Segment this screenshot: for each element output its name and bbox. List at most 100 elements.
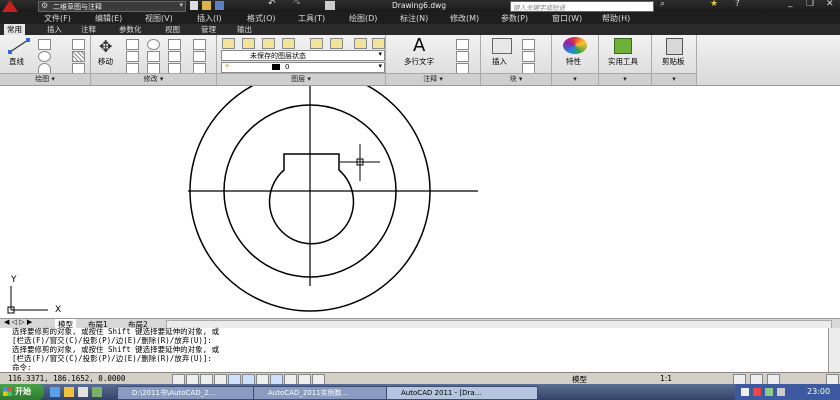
start-button[interactable]: 开始 bbox=[0, 384, 44, 400]
circle-icon[interactable] bbox=[38, 51, 51, 62]
taskbar-item-examples[interactable]: AutoCAD_2011实例数... bbox=[253, 386, 399, 400]
minimize-icon[interactable]: _ bbox=[788, 0, 793, 8]
mtext-icon[interactable]: A bbox=[413, 35, 425, 56]
undo-icon[interactable]: ↶ bbox=[268, 0, 276, 9]
fillet-icon[interactable] bbox=[147, 51, 160, 62]
tab-annotate[interactable]: 注释 bbox=[78, 24, 99, 35]
workspace-dropdown[interactable]: ⚙ 二维草图与注释 ▾ bbox=[38, 1, 186, 12]
tab-nav-icon[interactable]: ◀ ◁ ▷ ▶ bbox=[4, 318, 32, 326]
layer-state-dropdown[interactable]: 未保存的图层状态 ▾ bbox=[221, 50, 385, 61]
quicklaunch-icon[interactable] bbox=[92, 387, 102, 397]
line-icon[interactable] bbox=[8, 38, 30, 54]
help-icon[interactable]: ? bbox=[735, 0, 740, 9]
command-scrollbar[interactable] bbox=[828, 328, 840, 372]
restore-icon[interactable]: ❐ bbox=[806, 0, 814, 9]
tray-icon[interactable] bbox=[753, 388, 761, 396]
polyline-icon[interactable] bbox=[38, 39, 51, 50]
menu-edit[interactable]: 编辑(E) bbox=[95, 13, 122, 24]
move-icon[interactable]: ✥ bbox=[99, 37, 112, 56]
menu-draw[interactable]: 绘图(D) bbox=[349, 13, 377, 24]
dimension-icon[interactable] bbox=[456, 39, 469, 50]
tab-manage[interactable]: 管理 bbox=[198, 24, 219, 35]
rectangle-icon[interactable] bbox=[72, 39, 85, 50]
tray-icon[interactable] bbox=[741, 388, 749, 396]
mirror-icon[interactable] bbox=[126, 51, 139, 62]
layer-icon[interactable] bbox=[330, 38, 343, 49]
layer-current-dropdown[interactable]: ☀ 0 ▾ bbox=[221, 62, 385, 73]
quicklaunch-icon[interactable] bbox=[50, 387, 60, 397]
layer-icon[interactable] bbox=[372, 38, 385, 49]
clipboard-icon[interactable] bbox=[666, 38, 683, 55]
panel-layers[interactable]: 图层 ▾ bbox=[217, 73, 385, 85]
mtext-button[interactable]: 多行文字 bbox=[404, 56, 434, 67]
layer-icon[interactable] bbox=[310, 38, 323, 49]
close-icon[interactable]: ✕ bbox=[826, 0, 834, 9]
tab-view[interactable]: 视图 bbox=[162, 24, 183, 35]
tab-parametric[interactable]: 参数化 bbox=[116, 24, 145, 35]
panel-modify[interactable]: 修改 ▾ bbox=[91, 73, 216, 85]
rotate-icon[interactable] bbox=[147, 39, 160, 50]
menu-format[interactable]: 格式(O) bbox=[247, 13, 276, 24]
leader-icon[interactable] bbox=[456, 51, 469, 62]
tab-output[interactable]: 输出 bbox=[234, 24, 255, 35]
drawing-canvas[interactable]: Y X bbox=[0, 86, 840, 318]
move-button[interactable]: 移动 bbox=[98, 56, 113, 67]
scale-icon[interactable] bbox=[193, 51, 206, 62]
drawing[interactable]: Y X bbox=[0, 86, 840, 318]
erase-icon[interactable] bbox=[193, 39, 206, 50]
clipboard-button[interactable]: 剪贴板 bbox=[662, 56, 685, 67]
menu-insert[interactable]: 插入(I) bbox=[197, 13, 222, 24]
menu-modify[interactable]: 修改(M) bbox=[450, 13, 479, 24]
open-icon[interactable] bbox=[202, 1, 211, 10]
command-history[interactable]: 选择要修剪的对象, 或按住 Shift 键选择要延伸的对象, 或 [栏选(F)/… bbox=[0, 328, 828, 372]
insert-block-icon[interactable] bbox=[492, 38, 512, 54]
layer-properties-icon[interactable] bbox=[222, 38, 235, 49]
annotation-scale[interactable]: 1:1 bbox=[660, 374, 672, 383]
edit-block-icon[interactable] bbox=[522, 51, 535, 62]
utilities-icon[interactable] bbox=[614, 38, 632, 54]
panel-block[interactable]: 块 ▾ bbox=[481, 73, 551, 85]
insert-button[interactable]: 插入 bbox=[492, 56, 507, 67]
save-icon[interactable] bbox=[215, 1, 224, 10]
hatch-icon[interactable] bbox=[72, 51, 85, 62]
explode-icon[interactable] bbox=[168, 51, 181, 62]
star-icon[interactable]: ★ bbox=[710, 0, 718, 9]
taskbar-item-folder[interactable]: D:\2011书\AutoCAD_2... bbox=[117, 386, 267, 400]
layer-icon[interactable] bbox=[282, 38, 295, 49]
print-icon[interactable] bbox=[325, 1, 335, 10]
panel-draw[interactable]: 绘图 ▾ bbox=[0, 73, 90, 85]
command-prompt[interactable]: 命令: bbox=[12, 364, 32, 372]
properties-icon[interactable] bbox=[563, 37, 587, 54]
create-block-icon[interactable] bbox=[522, 39, 535, 50]
search-icon[interactable]: ⌕ bbox=[660, 0, 665, 9]
quicklaunch-icon[interactable] bbox=[64, 387, 74, 397]
trim-icon[interactable] bbox=[168, 39, 181, 50]
menu-window[interactable]: 窗口(W) bbox=[552, 13, 582, 24]
layer-icon[interactable] bbox=[262, 38, 275, 49]
tray-icon[interactable] bbox=[765, 388, 773, 396]
menu-file[interactable]: 文件(F) bbox=[44, 13, 71, 24]
copy-icon[interactable] bbox=[126, 39, 139, 50]
app-logo-icon[interactable] bbox=[2, 0, 18, 12]
layer-icon[interactable] bbox=[354, 38, 367, 49]
tray-icon[interactable] bbox=[777, 388, 785, 396]
properties-button[interactable]: 特性 bbox=[566, 56, 581, 67]
taskbar-item-autocad[interactable]: AutoCAD 2011 - [Dra... bbox=[386, 386, 538, 400]
redo-icon[interactable]: ↷ bbox=[293, 0, 301, 9]
panel-annotation[interactable]: 注释 ▾ bbox=[386, 73, 480, 85]
tab-insert[interactable]: 插入 bbox=[44, 24, 65, 35]
utilities-button[interactable]: 实用工具 bbox=[608, 56, 638, 67]
menu-tools[interactable]: 工具(T) bbox=[298, 13, 325, 24]
line-button[interactable]: 直线 bbox=[9, 56, 24, 67]
menu-parametric[interactable]: 参数(P) bbox=[501, 13, 528, 24]
panel-properties[interactable]: ▾ bbox=[552, 73, 598, 85]
panel-utilities[interactable]: ▾ bbox=[599, 73, 651, 85]
quicklaunch-icon[interactable] bbox=[78, 387, 88, 397]
new-icon[interactable] bbox=[190, 1, 198, 10]
menu-help[interactable]: 帮助(H) bbox=[602, 13, 630, 24]
panel-clipboard[interactable]: ▾ bbox=[652, 73, 696, 85]
keyway-profile[interactable] bbox=[268, 153, 355, 245]
layer-icon[interactable] bbox=[242, 38, 255, 49]
tab-home[interactable]: 常用 bbox=[4, 24, 25, 35]
menu-dimension[interactable]: 标注(N) bbox=[400, 13, 428, 24]
